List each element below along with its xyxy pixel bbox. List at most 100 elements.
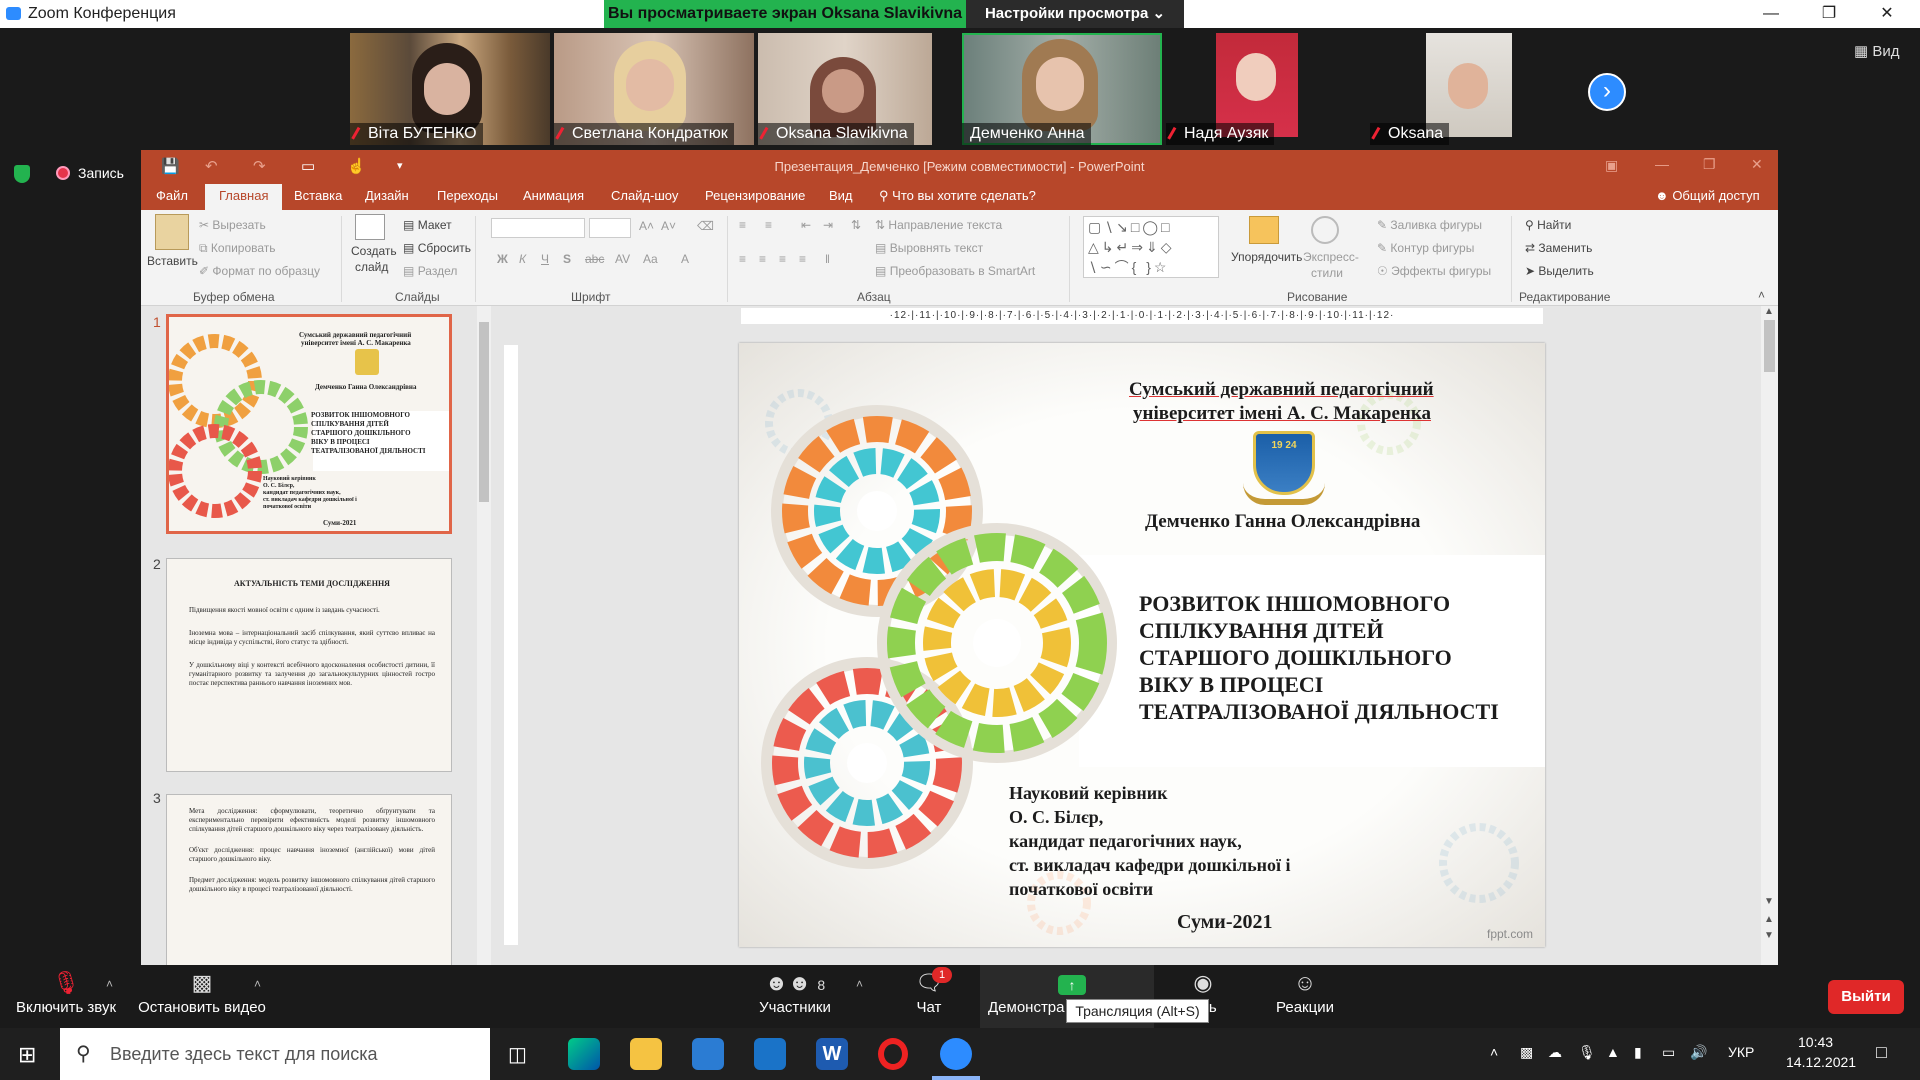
leave-button[interactable]: Выйти bbox=[1828, 980, 1904, 1014]
zoom-app-icon[interactable] bbox=[940, 1038, 972, 1070]
cut-button[interactable]: ✂ Вырезать bbox=[199, 218, 266, 232]
clear-format-icon[interactable]: ⌫ bbox=[697, 219, 714, 233]
network-icon[interactable]: ▲ bbox=[1606, 1044, 1620, 1060]
strikethrough-icon[interactable]: abc bbox=[585, 252, 604, 266]
new-slide-button[interactable]: Создать bbox=[351, 244, 397, 258]
store-icon[interactable] bbox=[692, 1038, 724, 1070]
collapse-ribbon-icon[interactable]: ˄ bbox=[1758, 288, 1765, 302]
increase-indent-icon[interactable]: ⇥ bbox=[823, 218, 833, 232]
battery-icon[interactable]: ▮ bbox=[1634, 1044, 1642, 1061]
paste-icon[interactable] bbox=[155, 214, 189, 250]
edge-browser-icon[interactable] bbox=[568, 1038, 600, 1070]
slide-thumbnail-1[interactable]: Сумський державний педагогічний універси… bbox=[166, 314, 452, 534]
shape-effects-button[interactable]: ☉ Эффекты фигуры bbox=[1377, 264, 1491, 278]
participant-tile[interactable]: Віта БУТЕНКО bbox=[350, 33, 550, 145]
select-button[interactable]: ➤ Выделить bbox=[1525, 264, 1594, 278]
taskbar-search-input[interactable]: ⚲ Введите здесь текст для поиска bbox=[60, 1028, 490, 1080]
clock-date[interactable]: 14.12.2021 bbox=[1786, 1054, 1856, 1070]
chat-button[interactable]: 🗨 Чат 1 bbox=[904, 965, 954, 1016]
next-page-button[interactable]: › bbox=[1588, 73, 1626, 111]
ppt-minimize-icon[interactable]: — bbox=[1655, 156, 1669, 172]
grow-font-icon[interactable]: A˄ bbox=[639, 219, 654, 233]
columns-icon[interactable]: ‖ bbox=[825, 252, 830, 266]
align-right-icon[interactable]: ≡ bbox=[779, 252, 786, 266]
shape-fill-button[interactable]: ✎ Заливка фигуры bbox=[1377, 218, 1482, 232]
numbering-icon[interactable]: ≡ bbox=[765, 218, 772, 232]
audio-options-icon[interactable]: ˄ bbox=[106, 977, 113, 991]
align-center-icon[interactable]: ≡ bbox=[759, 252, 766, 266]
participant-tile[interactable]: Oksana bbox=[1370, 33, 1520, 145]
language-indicator[interactable]: УКР bbox=[1728, 1044, 1754, 1060]
change-case-icon[interactable]: Aa bbox=[643, 252, 658, 266]
windows-start-icon[interactable]: ⊞ bbox=[18, 1042, 36, 1068]
task-view-icon[interactable]: ◫ bbox=[508, 1042, 527, 1067]
next-slide-icon[interactable]: ▼ bbox=[1764, 930, 1774, 941]
clock-time[interactable]: 10:43 bbox=[1798, 1034, 1833, 1050]
prev-slide-icon[interactable]: ▲ bbox=[1764, 914, 1774, 925]
tab-slideshow[interactable]: Слайд-шоу bbox=[611, 188, 678, 203]
opera-icon[interactable] bbox=[878, 1038, 908, 1070]
volume-icon[interactable]: 🔊 bbox=[1690, 1044, 1707, 1061]
shadow-button[interactable]: S bbox=[563, 252, 571, 266]
text-direction-button[interactable]: ⇅ Направление текста bbox=[875, 218, 1002, 232]
reactions-button[interactable]: ☺ Реакции bbox=[1268, 965, 1342, 1016]
shrink-font-icon[interactable]: A˅ bbox=[661, 219, 676, 233]
replace-button[interactable]: ⇄ Заменить bbox=[1525, 241, 1592, 255]
slide-thumbnail-2[interactable]: АКТУАЛЬНІСТЬ ТЕМИ ДОСЛІДЖЕННЯ Підвищення… bbox=[166, 558, 452, 772]
onedrive-icon[interactable]: ☁ bbox=[1548, 1044, 1562, 1061]
tab-insert[interactable]: Вставка bbox=[294, 188, 342, 203]
slide-canvas[interactable]: Сумський державний педагогічний універси… bbox=[739, 343, 1545, 947]
participants-button[interactable]: ☻☻ 8 Участники bbox=[752, 965, 838, 1016]
tab-design[interactable]: Дизайн bbox=[365, 188, 409, 203]
font-family-select[interactable] bbox=[491, 218, 585, 238]
unmute-button[interactable]: 🎙 Включить звук bbox=[12, 965, 120, 1016]
tab-review[interactable]: Рецензирование bbox=[705, 188, 805, 203]
tab-view[interactable]: Вид bbox=[829, 188, 853, 203]
line-spacing-icon[interactable]: ⇅ bbox=[851, 218, 861, 232]
tab-transitions[interactable]: Переходы bbox=[437, 188, 498, 203]
video-options-icon[interactable]: ˄ bbox=[254, 977, 261, 991]
copy-button[interactable]: ⧉ Копировать bbox=[199, 241, 276, 256]
layout-button[interactable]: ▤ Макет bbox=[403, 218, 452, 232]
tab-file[interactable]: Файл bbox=[156, 188, 188, 203]
microphone-icon[interactable]: 🎙 bbox=[1578, 1044, 1596, 1061]
view-options-button[interactable]: Настройки просмотра ⌄ bbox=[966, 0, 1184, 28]
find-button[interactable]: ⚲ Найти bbox=[1525, 218, 1571, 232]
file-explorer-icon[interactable] bbox=[630, 1038, 662, 1070]
notifications-icon[interactable]: □ bbox=[1876, 1042, 1887, 1063]
reset-button[interactable]: ▤ Сбросить bbox=[403, 241, 471, 255]
font-color-icon[interactable]: A bbox=[681, 252, 689, 266]
new-slide-icon[interactable] bbox=[355, 214, 385, 240]
ppt-restore-icon[interactable]: ❐ bbox=[1703, 156, 1716, 173]
bullets-icon[interactable]: ≡ bbox=[739, 218, 746, 232]
thumbnail-scrollbar[interactable] bbox=[477, 306, 491, 965]
slide-thumbnail-3[interactable]: Мета дослідження: сформулювати, теоретич… bbox=[166, 794, 452, 965]
editor-scrollbar[interactable]: ▲ ▼ ▲ ▼ bbox=[1761, 306, 1778, 965]
justify-icon[interactable]: ≡ bbox=[799, 252, 806, 266]
participants-options-icon[interactable]: ˄ bbox=[856, 977, 863, 991]
align-text-button[interactable]: ▤ Выровнять текст bbox=[875, 241, 983, 255]
participant-tile-active[interactable]: Демченко Анна bbox=[962, 33, 1162, 145]
participant-tile[interactable]: Светлана Кондратюк bbox=[554, 33, 754, 145]
quick-styles-icon[interactable] bbox=[1311, 216, 1339, 244]
scroll-up-icon[interactable]: ▲ bbox=[1764, 306, 1774, 317]
meet-now-icon[interactable]: ▩ bbox=[1520, 1044, 1533, 1061]
display-icon[interactable]: ▭ bbox=[1662, 1044, 1675, 1061]
gallery-view-button[interactable]: ▦ Вид bbox=[1854, 42, 1900, 60]
section-button[interactable]: ▤ Раздел bbox=[403, 264, 457, 278]
stop-video-button[interactable]: ▩ Остановить видео bbox=[138, 965, 266, 1016]
editor-scrollbar-thumb[interactable] bbox=[1764, 320, 1775, 372]
smartart-button[interactable]: ▤ Преобразовать в SmartArt bbox=[875, 264, 1035, 278]
close-icon[interactable]: ✕ bbox=[1858, 0, 1916, 28]
arrange-icon[interactable] bbox=[1249, 216, 1279, 244]
char-spacing-icon[interactable]: AV bbox=[615, 252, 630, 266]
participant-tile[interactable]: Надя Аузяк bbox=[1166, 33, 1316, 145]
tray-chevron-icon[interactable]: ˄ bbox=[1490, 1044, 1498, 1060]
recording-indicator[interactable]: Запись bbox=[56, 165, 124, 181]
arrange-button[interactable]: Упорядочить bbox=[1231, 250, 1302, 264]
shapes-gallery[interactable]: ▢∖↘□◯□ △↳↵⇒⇓◇ ∖∽⌒{ }☆ bbox=[1083, 216, 1219, 278]
ribbon-display-icon[interactable]: ▣ bbox=[1605, 157, 1618, 174]
mail-icon[interactable] bbox=[754, 1038, 786, 1070]
restore-icon[interactable]: ❐ bbox=[1800, 0, 1858, 28]
bold-button[interactable]: Ж bbox=[497, 252, 508, 266]
